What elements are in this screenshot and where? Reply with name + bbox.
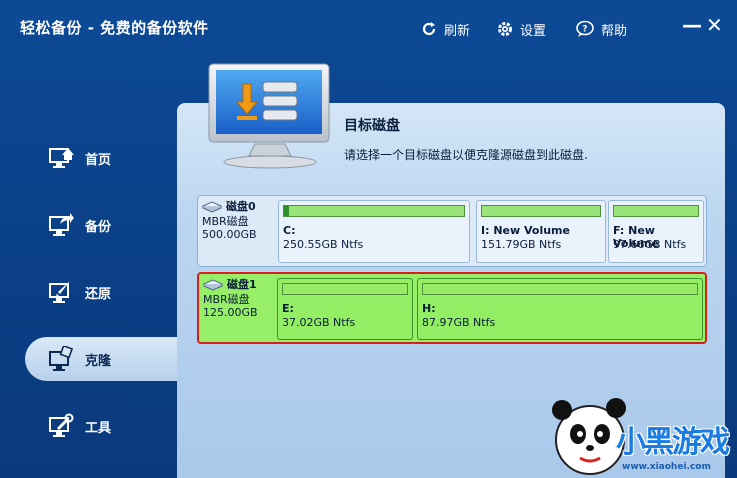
disk-info: 磁盘1 MBR磁盘 125.00GB <box>203 278 275 340</box>
watermark-url: www.xiaohei.com <box>622 462 711 472</box>
restore-monitor-icon <box>47 278 75 306</box>
partition-label: H: <box>422 302 436 315</box>
partition-size: 151.79GB Ntfs <box>481 238 562 251</box>
svg-text:?: ? <box>582 25 587 35</box>
refresh-label: 刷新 <box>444 23 471 39</box>
disk-name: 磁盘0 <box>226 200 256 213</box>
disk-type: MBR磁盘 <box>202 215 249 228</box>
disk-size: 500.00GB <box>202 228 257 241</box>
help-label: 帮助 <box>601 23 628 39</box>
partition-size: 87.97GB Ntfs <box>422 316 496 329</box>
hard-disk-icon <box>202 200 222 213</box>
app-title: 轻松备份 - 免费的备份软件 <box>20 19 209 37</box>
refresh-icon <box>422 22 436 36</box>
refresh-button[interactable]: 刷新 <box>420 18 470 40</box>
partition-usage-bar <box>481 205 601 217</box>
title-bar: 轻松备份 - 免费的备份软件 刷新 设置 ? 帮助 — ✕ <box>0 0 737 58</box>
settings-button[interactable]: 设置 <box>496 18 546 40</box>
sidebar-item-label: 首页 <box>85 152 112 168</box>
usage-fill <box>284 206 290 216</box>
hard-disk-icon <box>203 278 223 291</box>
page-title: 目标磁盘 <box>344 118 400 134</box>
partition-label: E: <box>282 302 294 315</box>
partition-c[interactable]: C: 250.55GB Ntfs <box>278 200 470 263</box>
backup-monitor-icon <box>47 211 75 239</box>
partition-f[interactable]: F: New Volume 97.66GB Ntfs <box>608 200 704 263</box>
partition-usage-bar <box>283 205 465 217</box>
sidebar-item-label: 还原 <box>85 286 112 302</box>
clone-disk-illustration-icon <box>208 63 330 169</box>
help-bubble-icon: ? <box>576 20 594 37</box>
partition-label: I: New Volume <box>481 224 570 237</box>
page-subtitle: 请选择一个目标磁盘以便克隆源磁盘到此磁盘. <box>344 148 588 162</box>
clone-monitor-icon <box>47 345 75 373</box>
minimize-button[interactable]: — <box>682 14 702 36</box>
disk-row-0[interactable]: 磁盘0 MBR磁盘 500.00GB C: 250.55GB Ntfs I: N… <box>197 195 707 267</box>
partition-usage-bar <box>422 283 698 295</box>
app-window: 轻松备份 - 免费的备份软件 刷新 设置 ? 帮助 — ✕ 首页 备份 还原 克… <box>0 0 737 478</box>
disk-name: 磁盘1 <box>227 278 257 291</box>
help-button[interactable]: ? 帮助 <box>575 18 627 40</box>
watermark-brand: 小黑游戏 <box>616 425 730 460</box>
sidebar-item-home[interactable]: 首页 <box>25 136 177 180</box>
partition-size: 37.02GB Ntfs <box>282 316 356 329</box>
gear-icon <box>498 22 512 36</box>
sidebar-item-tools[interactable]: 工具 <box>25 404 177 448</box>
disk-info: 磁盘0 MBR磁盘 500.00GB <box>202 200 274 262</box>
partition-i[interactable]: I: New Volume 151.79GB Ntfs <box>476 200 606 263</box>
sidebar-item-label: 备份 <box>85 219 112 235</box>
partition-usage-bar <box>613 205 699 217</box>
disk-type: MBR磁盘 <box>203 293 250 306</box>
disk-size: 125.00GB <box>203 306 258 319</box>
partition-h[interactable]: H: 87.97GB Ntfs <box>417 278 703 340</box>
partition-label: C: <box>283 224 296 237</box>
sidebar-item-clone[interactable]: 克隆 <box>25 337 177 381</box>
partition-size: 97.66GB Ntfs <box>613 238 687 251</box>
sidebar-item-label: 克隆 <box>85 353 112 369</box>
settings-label: 设置 <box>520 23 547 39</box>
partition-size: 250.55GB Ntfs <box>283 238 364 251</box>
tools-monitor-icon <box>47 412 75 440</box>
sidebar-item-backup[interactable]: 备份 <box>25 203 177 247</box>
close-button[interactable]: ✕ <box>706 14 723 36</box>
home-monitor-icon <box>47 144 75 172</box>
sidebar: 首页 备份 还原 克隆 工具 <box>0 110 180 478</box>
sidebar-item-label: 工具 <box>85 420 112 436</box>
disk-row-1-selected[interactable]: 磁盘1 MBR磁盘 125.00GB E: 37.02GB Ntfs H: 87… <box>197 272 707 344</box>
partition-usage-bar <box>282 283 408 295</box>
sidebar-item-restore[interactable]: 还原 <box>25 270 177 314</box>
partition-e[interactable]: E: 37.02GB Ntfs <box>277 278 413 340</box>
